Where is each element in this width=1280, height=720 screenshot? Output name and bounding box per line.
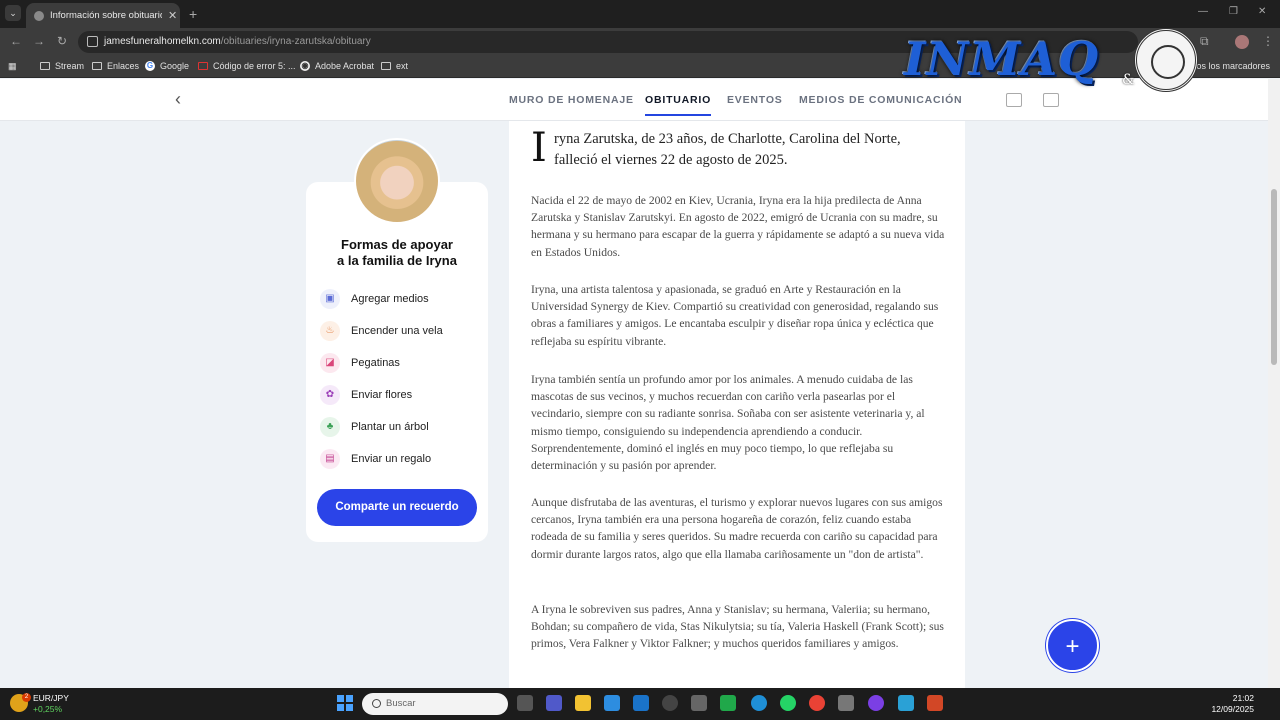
bookmark-stream[interactable]: Stream — [40, 61, 84, 71]
option-plant-tree[interactable]: ♣ Plantar un árbol — [320, 417, 429, 437]
folder-icon — [381, 62, 391, 70]
widget-badge: 2 — [22, 693, 31, 702]
url-host: jamesfuneralhomelkn.com — [104, 36, 221, 47]
flower-icon: ✿ — [320, 385, 340, 405]
share-memory-fab[interactable]: + — [1046, 619, 1099, 672]
bookmark-adobe-acrobat[interactable]: ◉ Adobe Acrobat — [300, 61, 374, 71]
file-explorer-icon[interactable] — [575, 695, 591, 711]
new-tab-button[interactable]: + — [189, 6, 197, 22]
tab-events[interactable]: EVENTOS — [727, 94, 783, 106]
tab-search-button[interactable]: ⌄ — [5, 5, 21, 21]
clock-date: 12/09/2025 — [1211, 704, 1254, 714]
tab-close-icon[interactable]: ✕ — [168, 9, 177, 22]
folder-icon — [40, 62, 50, 70]
system-clock[interactable]: 21:02 12/09/2025 — [1211, 693, 1254, 715]
share-memory-button[interactable]: Comparte un recuerdo — [317, 489, 477, 526]
back-chevron-icon[interactable]: ‹ — [175, 89, 181, 110]
sticker-icon: ◪ — [320, 353, 340, 373]
chrome-icon[interactable] — [809, 695, 825, 711]
apps-grid-icon[interactable]: ▦ — [8, 61, 17, 72]
task-view-icon[interactable] — [517, 695, 533, 711]
avatar — [354, 138, 440, 224]
tab-title: Información sobre obituario, ve — [50, 10, 162, 21]
obituary-paragraph: Nacida el 22 de mayo de 2002 en Kiev, Uc… — [531, 194, 945, 259]
reload-icon[interactable]: ↻ — [57, 34, 67, 48]
bookmark-enlaces[interactable]: Enlaces — [92, 61, 139, 71]
site-info-icon[interactable] — [87, 36, 98, 47]
ticker-name[interactable]: EUR/JPY — [33, 693, 69, 703]
bookmark-ext[interactable]: ext — [381, 61, 408, 71]
app-icon[interactable] — [898, 695, 914, 711]
watermark-logo-amp: & — [1122, 72, 1135, 88]
app-icon[interactable] — [838, 695, 854, 711]
option-stickers[interactable]: ◪ Pegatinas — [320, 353, 400, 373]
maximize-window-icon[interactable]: ❐ — [1229, 6, 1238, 17]
option-light-candle[interactable]: ♨ Encender una vela — [320, 321, 443, 341]
browser-tab-strip: ⌄ Información sobre obituario, ve ✕ + — … — [0, 0, 1280, 28]
browser-menu-icon[interactable]: ⋮ — [1262, 34, 1274, 48]
powerpoint-icon[interactable] — [927, 695, 943, 711]
obituary-paragraph: A Iryna le sobreviven sus padres, Anna y… — [531, 603, 944, 651]
teams-icon[interactable] — [546, 695, 562, 711]
candle-icon: ♨ — [320, 321, 340, 341]
tab-tribute-wall[interactable]: MURO DE HOMENAJE — [509, 94, 634, 106]
store-icon[interactable] — [604, 695, 620, 711]
option-send-gift[interactable]: ▤ Enviar un regalo — [320, 449, 431, 469]
browser-tab-active[interactable]: Información sobre obituario, ve ✕ — [26, 3, 180, 28]
start-button-icon[interactable] — [337, 695, 353, 711]
watermark-seal-icon — [1134, 28, 1198, 92]
bookmark-error-code[interactable]: Código de error 5: ... — [198, 61, 296, 71]
media-icon: ▣ — [320, 289, 340, 309]
obituary-lead: ryna Zarutska, de 23 años, de Charlotte,… — [554, 131, 901, 168]
scrollbar-thumb[interactable] — [1271, 189, 1277, 365]
option-send-flowers[interactable]: ✿ Enviar flores — [320, 385, 412, 405]
clock-time: 21:02 — [1232, 693, 1254, 703]
drop-cap: I — [531, 125, 547, 171]
tab-favicon-icon — [34, 10, 44, 21]
outlook-icon[interactable] — [633, 695, 649, 711]
bookmark-google[interactable]: G Google — [145, 61, 189, 71]
edge-icon[interactable] — [751, 695, 767, 711]
tab-obituary[interactable]: OBITUARIO — [645, 94, 712, 116]
watermark-logo-text: INMAQ — [904, 32, 1100, 86]
support-card-title: Formas de apoyar a la familia de Iryna — [337, 237, 457, 268]
page-icon — [198, 62, 208, 70]
openai-icon[interactable] — [662, 695, 678, 711]
profile-avatar-icon[interactable] — [1235, 35, 1249, 49]
forward-arrow-icon[interactable]: → — [33, 34, 45, 48]
tree-icon: ♣ — [320, 417, 340, 437]
back-arrow-icon[interactable]: ← — [10, 34, 22, 48]
minimize-window-icon[interactable]: — — [1198, 6, 1208, 17]
ticker-value: +0,25% — [33, 704, 63, 714]
watermark-logo: INMAQ & — [900, 26, 1210, 110]
acrobat-icon: ◉ — [300, 61, 310, 71]
google-icon: G — [145, 61, 155, 71]
url-path: /obituaries/iryna-zarutska/obituary — [220, 36, 371, 47]
taskbar-search[interactable]: Buscar — [362, 693, 508, 715]
close-window-icon[interactable]: ✕ — [1258, 6, 1266, 17]
page-scrollbar[interactable] — [1268, 79, 1280, 688]
obituary-paragraph: Iryna, una artista talentosa y apasionad… — [531, 283, 939, 348]
camtasia-icon[interactable] — [720, 695, 736, 711]
obituary-paragraph: Iryna también sentía un profundo amor po… — [531, 373, 925, 473]
windows-taskbar: 2 EUR/JPY +0,25% Buscar 21:02 12/09/2025 — [0, 688, 1280, 720]
gift-icon: ▤ — [320, 449, 340, 469]
whatsapp-icon[interactable] — [780, 695, 796, 711]
app-icon[interactable] — [691, 695, 707, 711]
option-add-media[interactable]: ▣ Agregar medios — [320, 289, 429, 309]
plus-icon: + — [1065, 633, 1080, 660]
folder-icon — [92, 62, 102, 70]
app-icon[interactable] — [868, 695, 884, 711]
obituary-paragraph: Aunque disfrutaba de las aventuras, el t… — [531, 496, 943, 561]
